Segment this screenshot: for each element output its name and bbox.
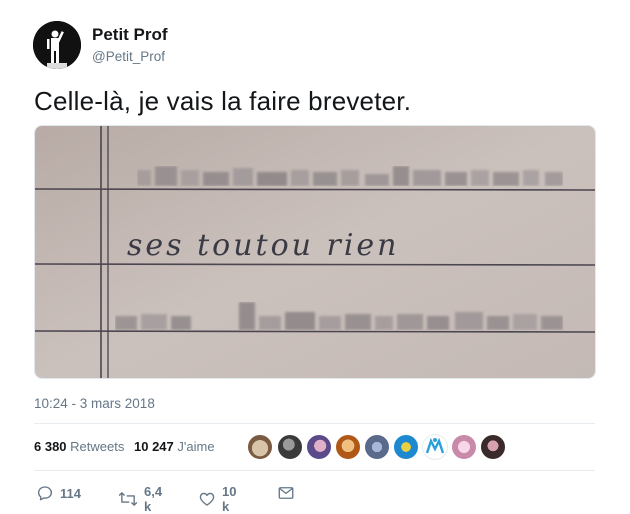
retweet-button[interactable]: 6,4 k (118, 484, 162, 514)
liker-avatar[interactable] (422, 434, 448, 460)
liker-avatar[interactable] (247, 434, 273, 460)
retweets-label: Retweets (70, 439, 125, 454)
tweet-timestamp[interactable]: 10:24 - 3 mars 2018 (34, 396, 155, 411)
liker-avatar[interactable] (364, 434, 390, 460)
envelope-icon (277, 484, 295, 502)
reply-icon (36, 484, 54, 502)
like-button[interactable]: 10 k (198, 484, 236, 514)
like-count: 10 k (222, 484, 237, 514)
tweet-text: Celle-là, je vais la faire breveter. (34, 86, 412, 116)
liker-avatar[interactable] (277, 434, 303, 460)
liker-avatar[interactable] (306, 434, 332, 460)
likes-count: 10 247 (134, 439, 174, 454)
tweet-photo[interactable]: ses toutou rien (34, 125, 596, 379)
avatar-image (33, 21, 81, 69)
divider (34, 423, 595, 424)
liker-avatar[interactable] (393, 434, 419, 460)
divider (34, 470, 595, 471)
retweet-icon (118, 490, 138, 508)
liker-avatar[interactable] (480, 434, 506, 460)
retweets-count: 6 380 (34, 439, 67, 454)
retweets-stat[interactable]: 6 380 Retweets (34, 439, 124, 454)
liker-avatar[interactable] (451, 434, 477, 460)
likes-label: J'aime (177, 439, 215, 454)
retweet-count: 6,4 k (144, 484, 163, 514)
avatar[interactable] (33, 21, 81, 69)
reply-count: 114 (60, 485, 81, 501)
engagement-stats: 6 380 Retweets 10 247 J'aime (34, 439, 215, 454)
heart-icon (198, 490, 216, 508)
notebook-photo: ses toutou rien (35, 126, 595, 378)
author-name[interactable]: Petit Prof (92, 25, 168, 45)
direct-message-button[interactable] (277, 484, 295, 502)
reply-button[interactable]: 114 (36, 484, 81, 502)
handwritten-text: ses toutou rien (127, 228, 400, 263)
likes-stat[interactable]: 10 247 J'aime (134, 439, 215, 454)
om-logo-icon (425, 437, 445, 454)
liker-avatar[interactable] (335, 434, 361, 460)
author-handle[interactable]: @Petit_Prof (92, 49, 165, 64)
